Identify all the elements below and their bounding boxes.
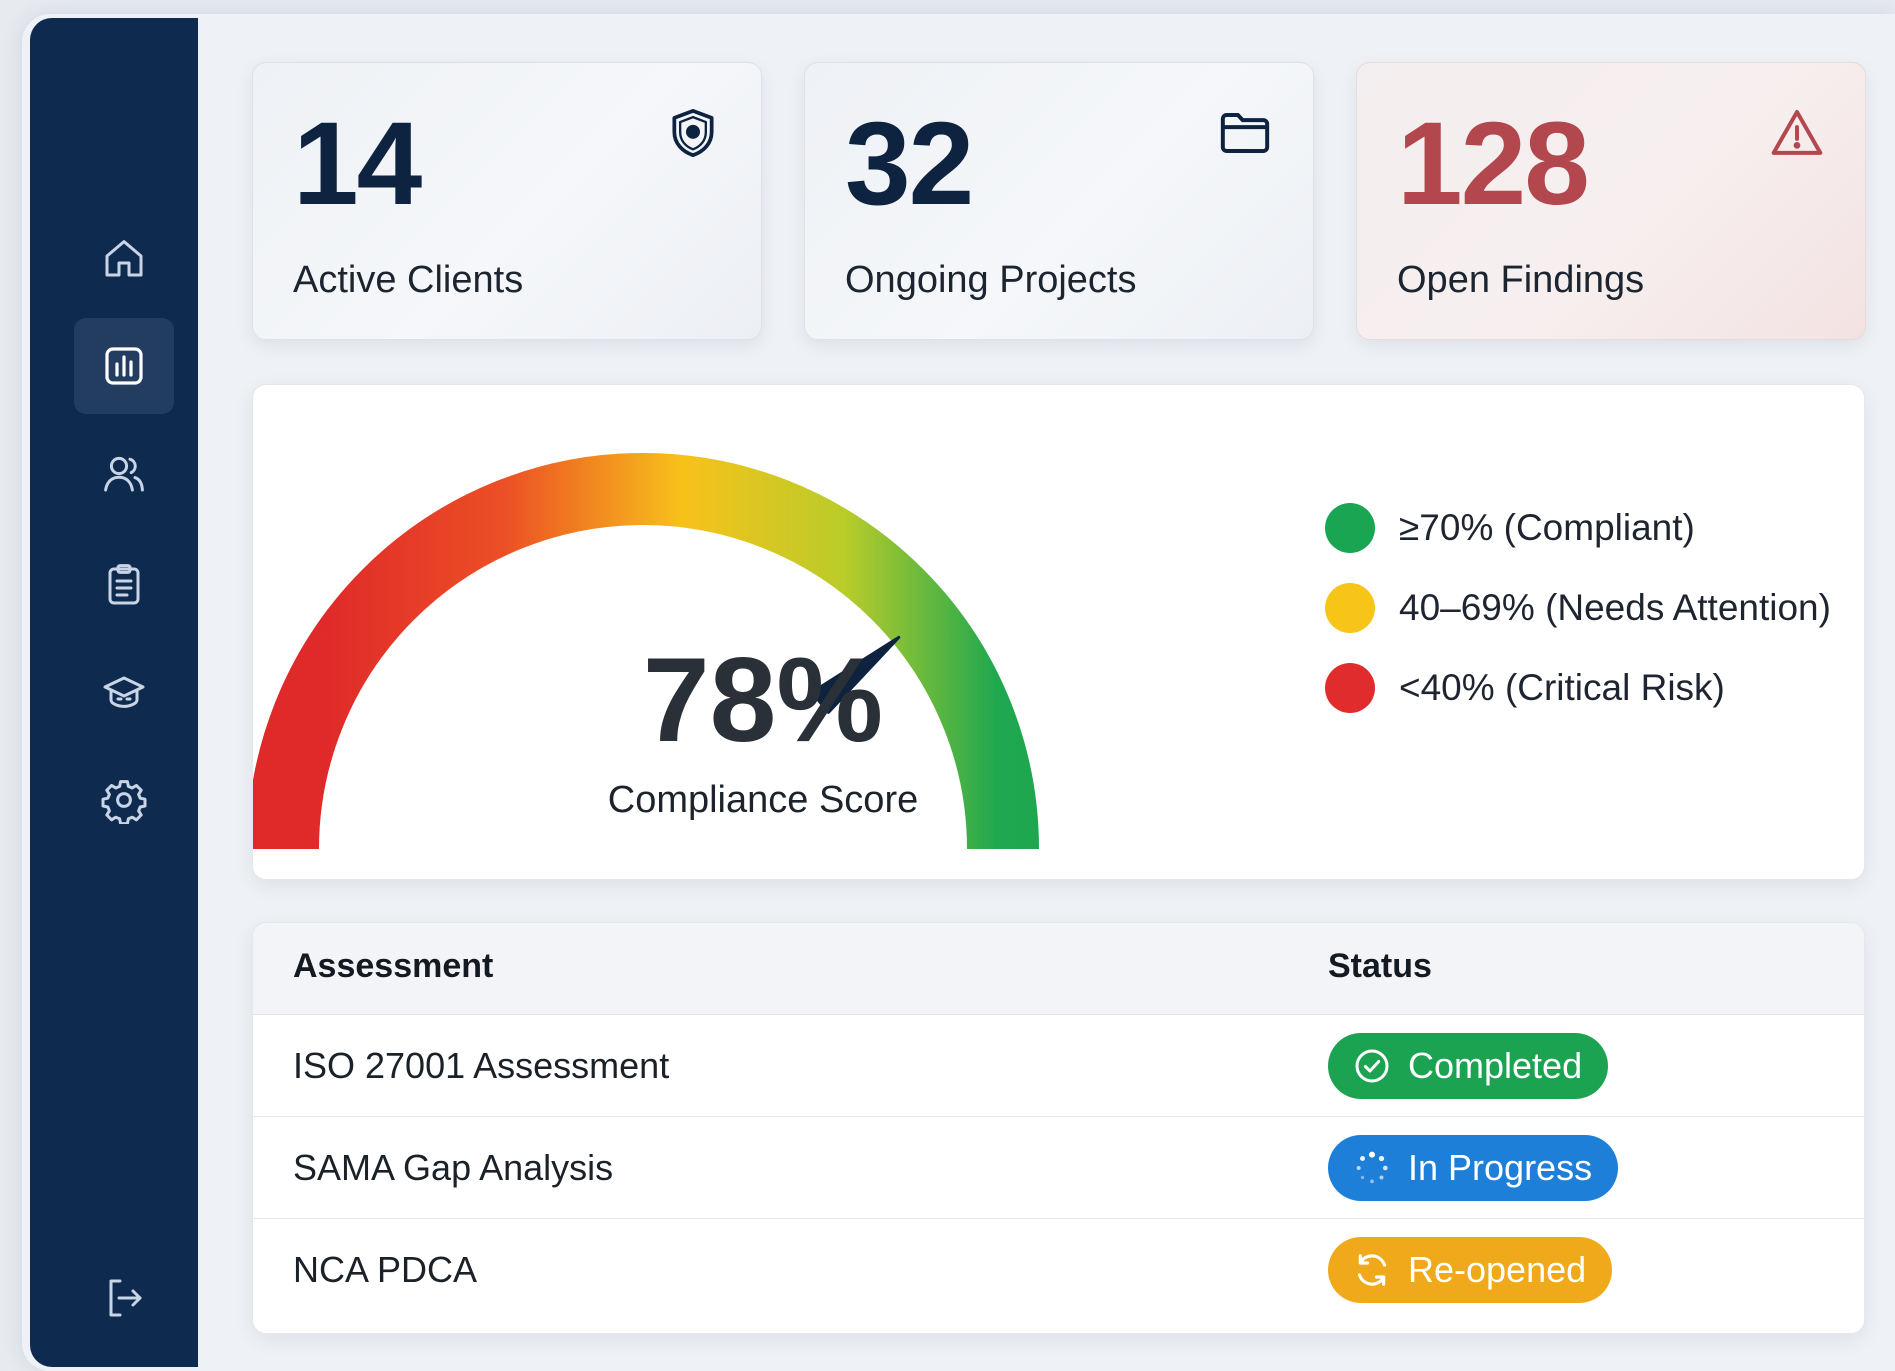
stat-value: 14 (293, 98, 422, 230)
legend-label: ≥70% (Compliant) (1399, 507, 1695, 548)
legend-dot-red (1325, 663, 1375, 713)
legend-needs-attention: 40–69% (Needs Attention) (1325, 583, 1831, 633)
legend-dot-yellow (1325, 583, 1375, 633)
training-cap-icon (103, 676, 145, 708)
clipboard-icon (108, 564, 140, 605)
sidebar-item-home[interactable] (74, 210, 174, 306)
status-label: Completed (1408, 1045, 1583, 1086)
app-window: 14 Active Clients 32 Ongoing Projects 12… (22, 14, 1895, 1371)
stat-card-open-findings[interactable]: 128 Open Findings (1356, 62, 1866, 340)
status-badge-re-opened[interactable]: Re-opened (1328, 1237, 1613, 1303)
spinner-icon (1356, 1151, 1388, 1184)
legend-compliant: ≥70% (Compliant) (1325, 503, 1695, 553)
assessment-name: SAMA Gap Analysis (293, 1147, 614, 1188)
folder-icon (1220, 113, 1270, 153)
check-circle-icon (1355, 1049, 1389, 1083)
assessments-table: Assessment Status ISO 27001 Assessment C… (252, 922, 1865, 1334)
table-row[interactable]: ISO 27001 Assessment Completed (253, 1015, 1864, 1117)
column-header-status[interactable]: Status (1328, 947, 1432, 986)
sidebar-item-clients[interactable] (74, 426, 174, 522)
stat-card-active-clients[interactable]: 14 Active Clients (252, 62, 762, 340)
stat-value: 128 (1397, 98, 1590, 230)
stat-label: Ongoing Projects (845, 259, 1137, 301)
sidebar-item-training[interactable] (74, 644, 174, 740)
shield-icon (672, 108, 714, 158)
logout-button[interactable] (74, 1250, 174, 1346)
stat-card-ongoing-projects[interactable]: 32 Ongoing Projects (804, 62, 1314, 340)
status-label: In Progress (1408, 1147, 1593, 1188)
assessment-name: ISO 27001 Assessment (293, 1045, 670, 1086)
compliance-score-card: 78% Compliance Score ≥70% (Compliant) 40… (252, 384, 1865, 880)
logout-icon (109, 1279, 142, 1317)
sidebar (30, 18, 198, 1367)
gear-icon (101, 780, 147, 824)
column-header-assessment[interactable]: Assessment (293, 947, 493, 986)
table-row[interactable]: SAMA Gap Analysis In Progress (253, 1117, 1864, 1219)
legend-critical-risk: <40% (Critical Risk) (1325, 663, 1725, 713)
users-icon (104, 456, 144, 492)
legend-label: <40% (Critical Risk) (1399, 667, 1725, 708)
stat-label: Active Clients (293, 259, 524, 301)
stat-value: 32 (845, 98, 974, 230)
sidebar-item-dashboard[interactable] (74, 318, 174, 414)
sidebar-item-assessments[interactable] (74, 536, 174, 632)
refresh-icon (1357, 1254, 1387, 1286)
status-label: Re-opened (1408, 1249, 1587, 1290)
table-header: Assessment Status (253, 923, 1864, 1015)
home-icon (105, 240, 143, 277)
compliance-score-value: 78% (642, 633, 884, 767)
compliance-score-caption: Compliance Score (607, 779, 919, 821)
status-badge-completed[interactable]: Completed (1328, 1033, 1609, 1099)
legend-label: 40–69% (Needs Attention) (1399, 587, 1831, 628)
dashboard-chart-icon (105, 347, 143, 385)
stat-label: Open Findings (1397, 259, 1645, 301)
warning-icon (1771, 110, 1823, 155)
assessment-name: NCA PDCA (293, 1249, 478, 1290)
table-row[interactable]: NCA PDCA Re-opened (253, 1219, 1864, 1321)
legend-dot-green (1325, 503, 1375, 553)
status-badge-in-progress[interactable]: In Progress (1328, 1135, 1619, 1201)
sidebar-item-settings[interactable] (74, 752, 174, 848)
